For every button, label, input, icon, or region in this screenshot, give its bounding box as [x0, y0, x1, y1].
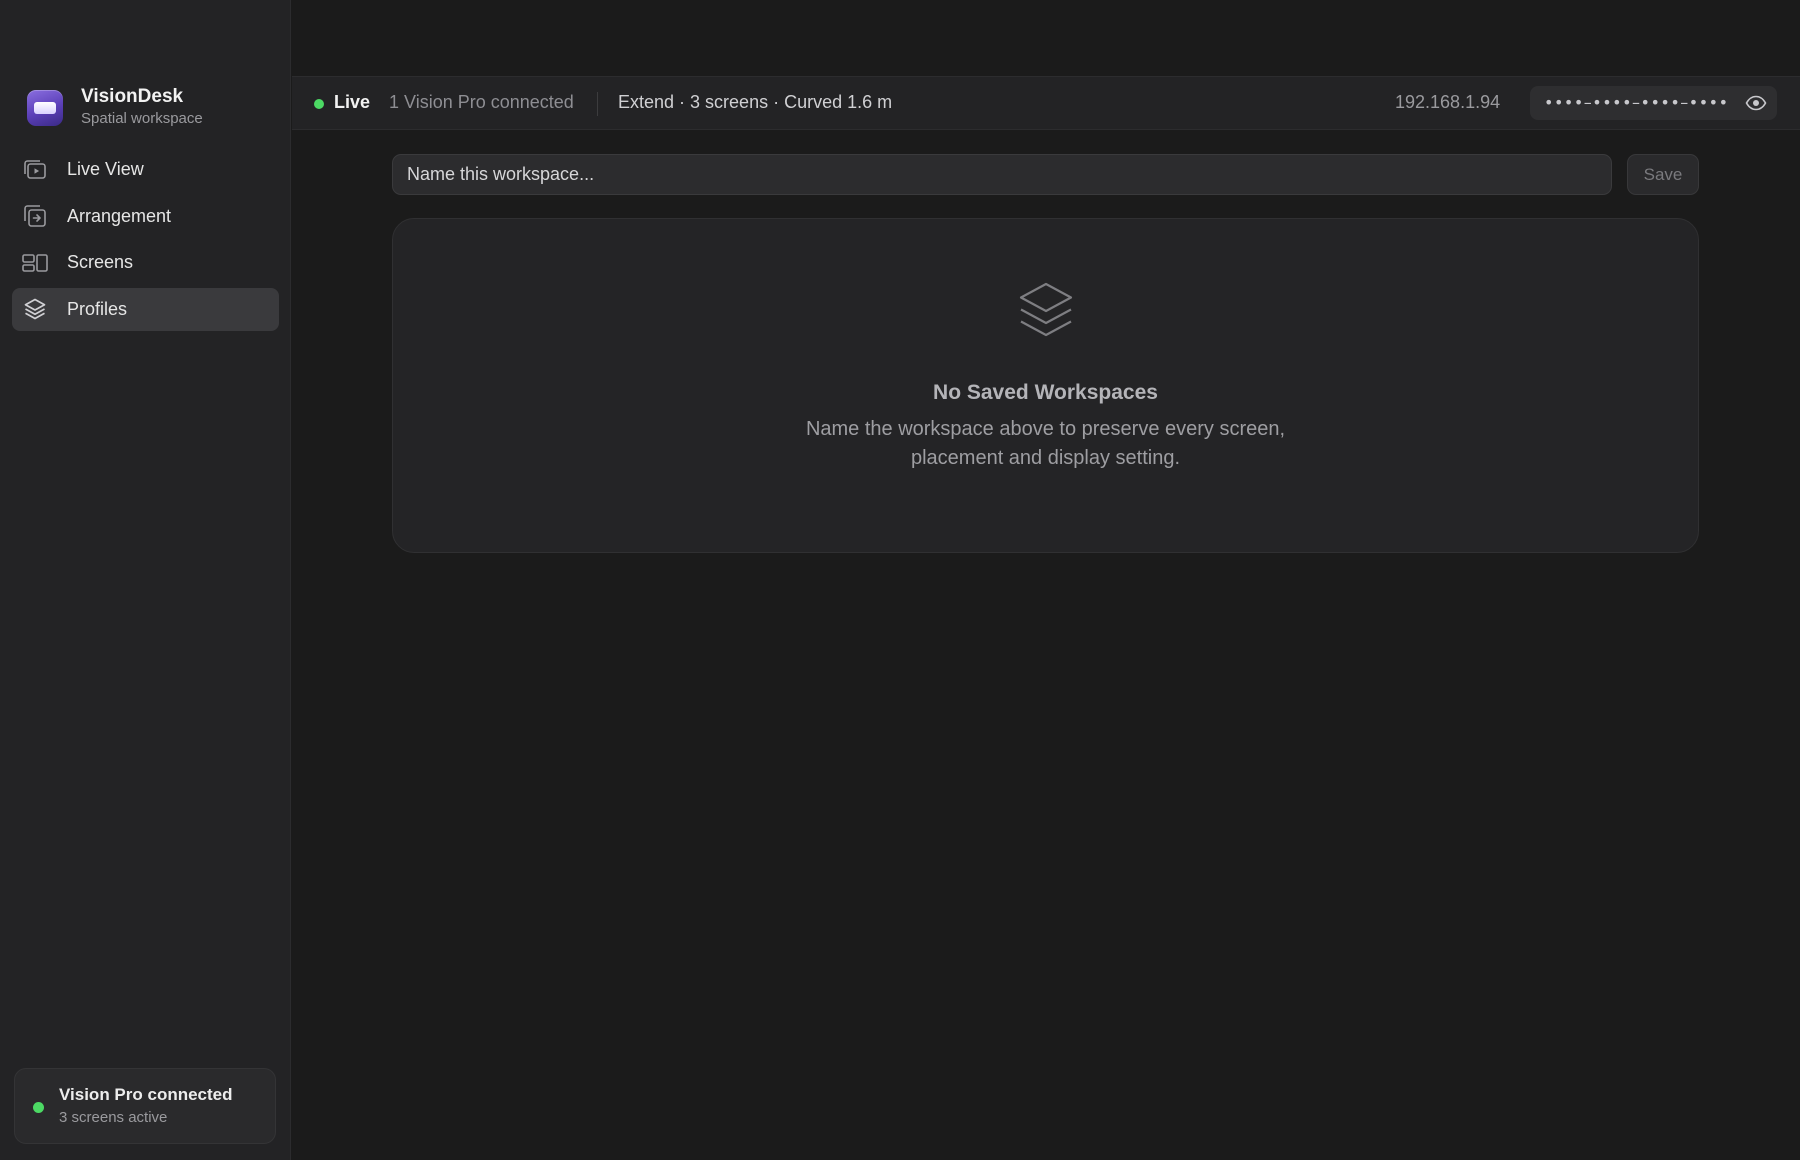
- status-title: Vision Pro connected: [59, 1085, 233, 1104]
- arrangement-summary: Extend · 3 screens · Curved 1.6 m: [618, 92, 893, 112]
- status-bar: Live 1 Vision Pro connected Extend · 3 s…: [292, 76, 1800, 130]
- sidebar-item-label: Arrangement: [67, 205, 172, 226]
- live-indicator-icon: [314, 99, 324, 109]
- live-view-icon: [22, 157, 48, 183]
- layers-icon: [22, 296, 48, 322]
- workspace-name-input[interactable]: [392, 154, 1612, 195]
- sidebar-item-live-view[interactable]: Live View: [12, 148, 279, 191]
- app-name: VisionDesk: [81, 86, 184, 107]
- screens-icon: [22, 250, 48, 276]
- sidebar-item-arrangement[interactable]: Arrangement: [12, 195, 279, 238]
- brand: VisionDesk Spatial workspace: [27, 86, 203, 129]
- sidebar-item-label: Live View: [67, 159, 144, 179]
- app-subtitle: Spatial workspace: [81, 110, 203, 127]
- sidebar-nav: Live View Arrangement Screens Profiles: [12, 148, 279, 334]
- ip-address: 192.168.1.94: [1395, 92, 1501, 112]
- pairing-code-value: ••••–••••–••••–••••: [1544, 93, 1729, 112]
- live-label: Live: [334, 92, 371, 112]
- sidebar-item-label: Screens: [67, 252, 134, 272]
- eye-icon[interactable]: [1745, 94, 1767, 112]
- sidebar-item-label: Profiles: [67, 298, 128, 319]
- empty-state-title: No Saved Workspaces: [933, 381, 1158, 404]
- sidebar-item-profiles[interactable]: Profiles: [12, 287, 279, 331]
- divider: [597, 92, 598, 116]
- pairing-code-field: ••••–••••–••••–••••: [1530, 86, 1777, 120]
- device-count: 1 Vision Pro connected: [389, 92, 574, 112]
- app-logo-icon: [27, 89, 63, 126]
- status-subtitle: 3 screens active: [59, 1109, 168, 1126]
- save-button[interactable]: Save: [1627, 154, 1699, 195]
- layers-icon: [1018, 281, 1074, 339]
- sidebar: VisionDesk Spatial workspace Live View A…: [0, 0, 291, 1160]
- status-dot-icon: [33, 1102, 44, 1113]
- sidebar-item-screens[interactable]: Screens: [12, 241, 279, 284]
- arrangement-icon: [22, 203, 48, 229]
- app-window: VisionDesk Spatial workspace Live View A…: [0, 0, 1800, 1160]
- connection-status-card: Vision Pro connected 3 screens active: [14, 1068, 276, 1144]
- empty-state-card: No Saved Workspaces Name the workspace a…: [392, 218, 1699, 553]
- empty-state-description: Name the workspace above to preserve eve…: [805, 418, 1286, 469]
